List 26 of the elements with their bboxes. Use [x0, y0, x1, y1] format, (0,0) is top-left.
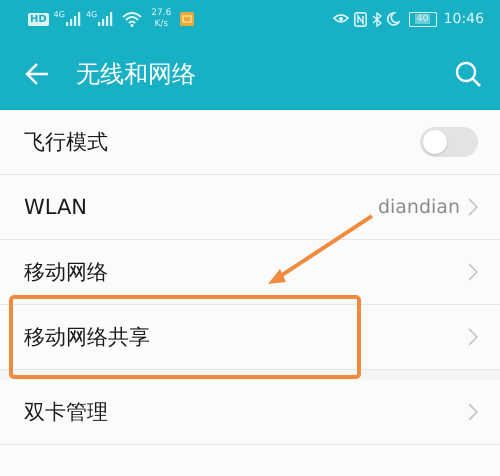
- chevron-icon: [468, 198, 478, 216]
- signal-icon: [97, 11, 114, 27]
- settings-item[interactable]: 飞行模式: [0, 110, 500, 175]
- eye-icon: [332, 13, 349, 25]
- settings-item[interactable]: WLAN diandian: [0, 175, 500, 240]
- message-icon: [180, 12, 194, 26]
- network-type: 4G: [54, 11, 65, 19]
- back-icon[interactable]: [24, 62, 50, 86]
- nfc-icon: [354, 12, 367, 26]
- settings-item[interactable]: 移动网络共享: [0, 305, 500, 370]
- hd-icon: HD: [28, 12, 49, 26]
- speed-unit: K/s: [154, 19, 168, 30]
- clock: 10:46: [444, 11, 484, 27]
- toggle-switch[interactable]: [420, 127, 478, 157]
- chevron-icon: [468, 263, 478, 281]
- speed-value: 27.6: [151, 8, 172, 19]
- network-type: 4G: [86, 11, 98, 19]
- signal-icon: [64, 11, 81, 27]
- chevron-icon: [468, 328, 478, 346]
- search-icon[interactable]: [454, 60, 482, 88]
- battery-icon: 40: [408, 12, 437, 26]
- bluetooth-icon: [372, 12, 382, 26]
- moon-icon: [386, 12, 400, 26]
- wifi-icon: [122, 11, 142, 27]
- chevron-icon: [468, 403, 478, 421]
- page-title: 无线和网络: [76, 59, 196, 90]
